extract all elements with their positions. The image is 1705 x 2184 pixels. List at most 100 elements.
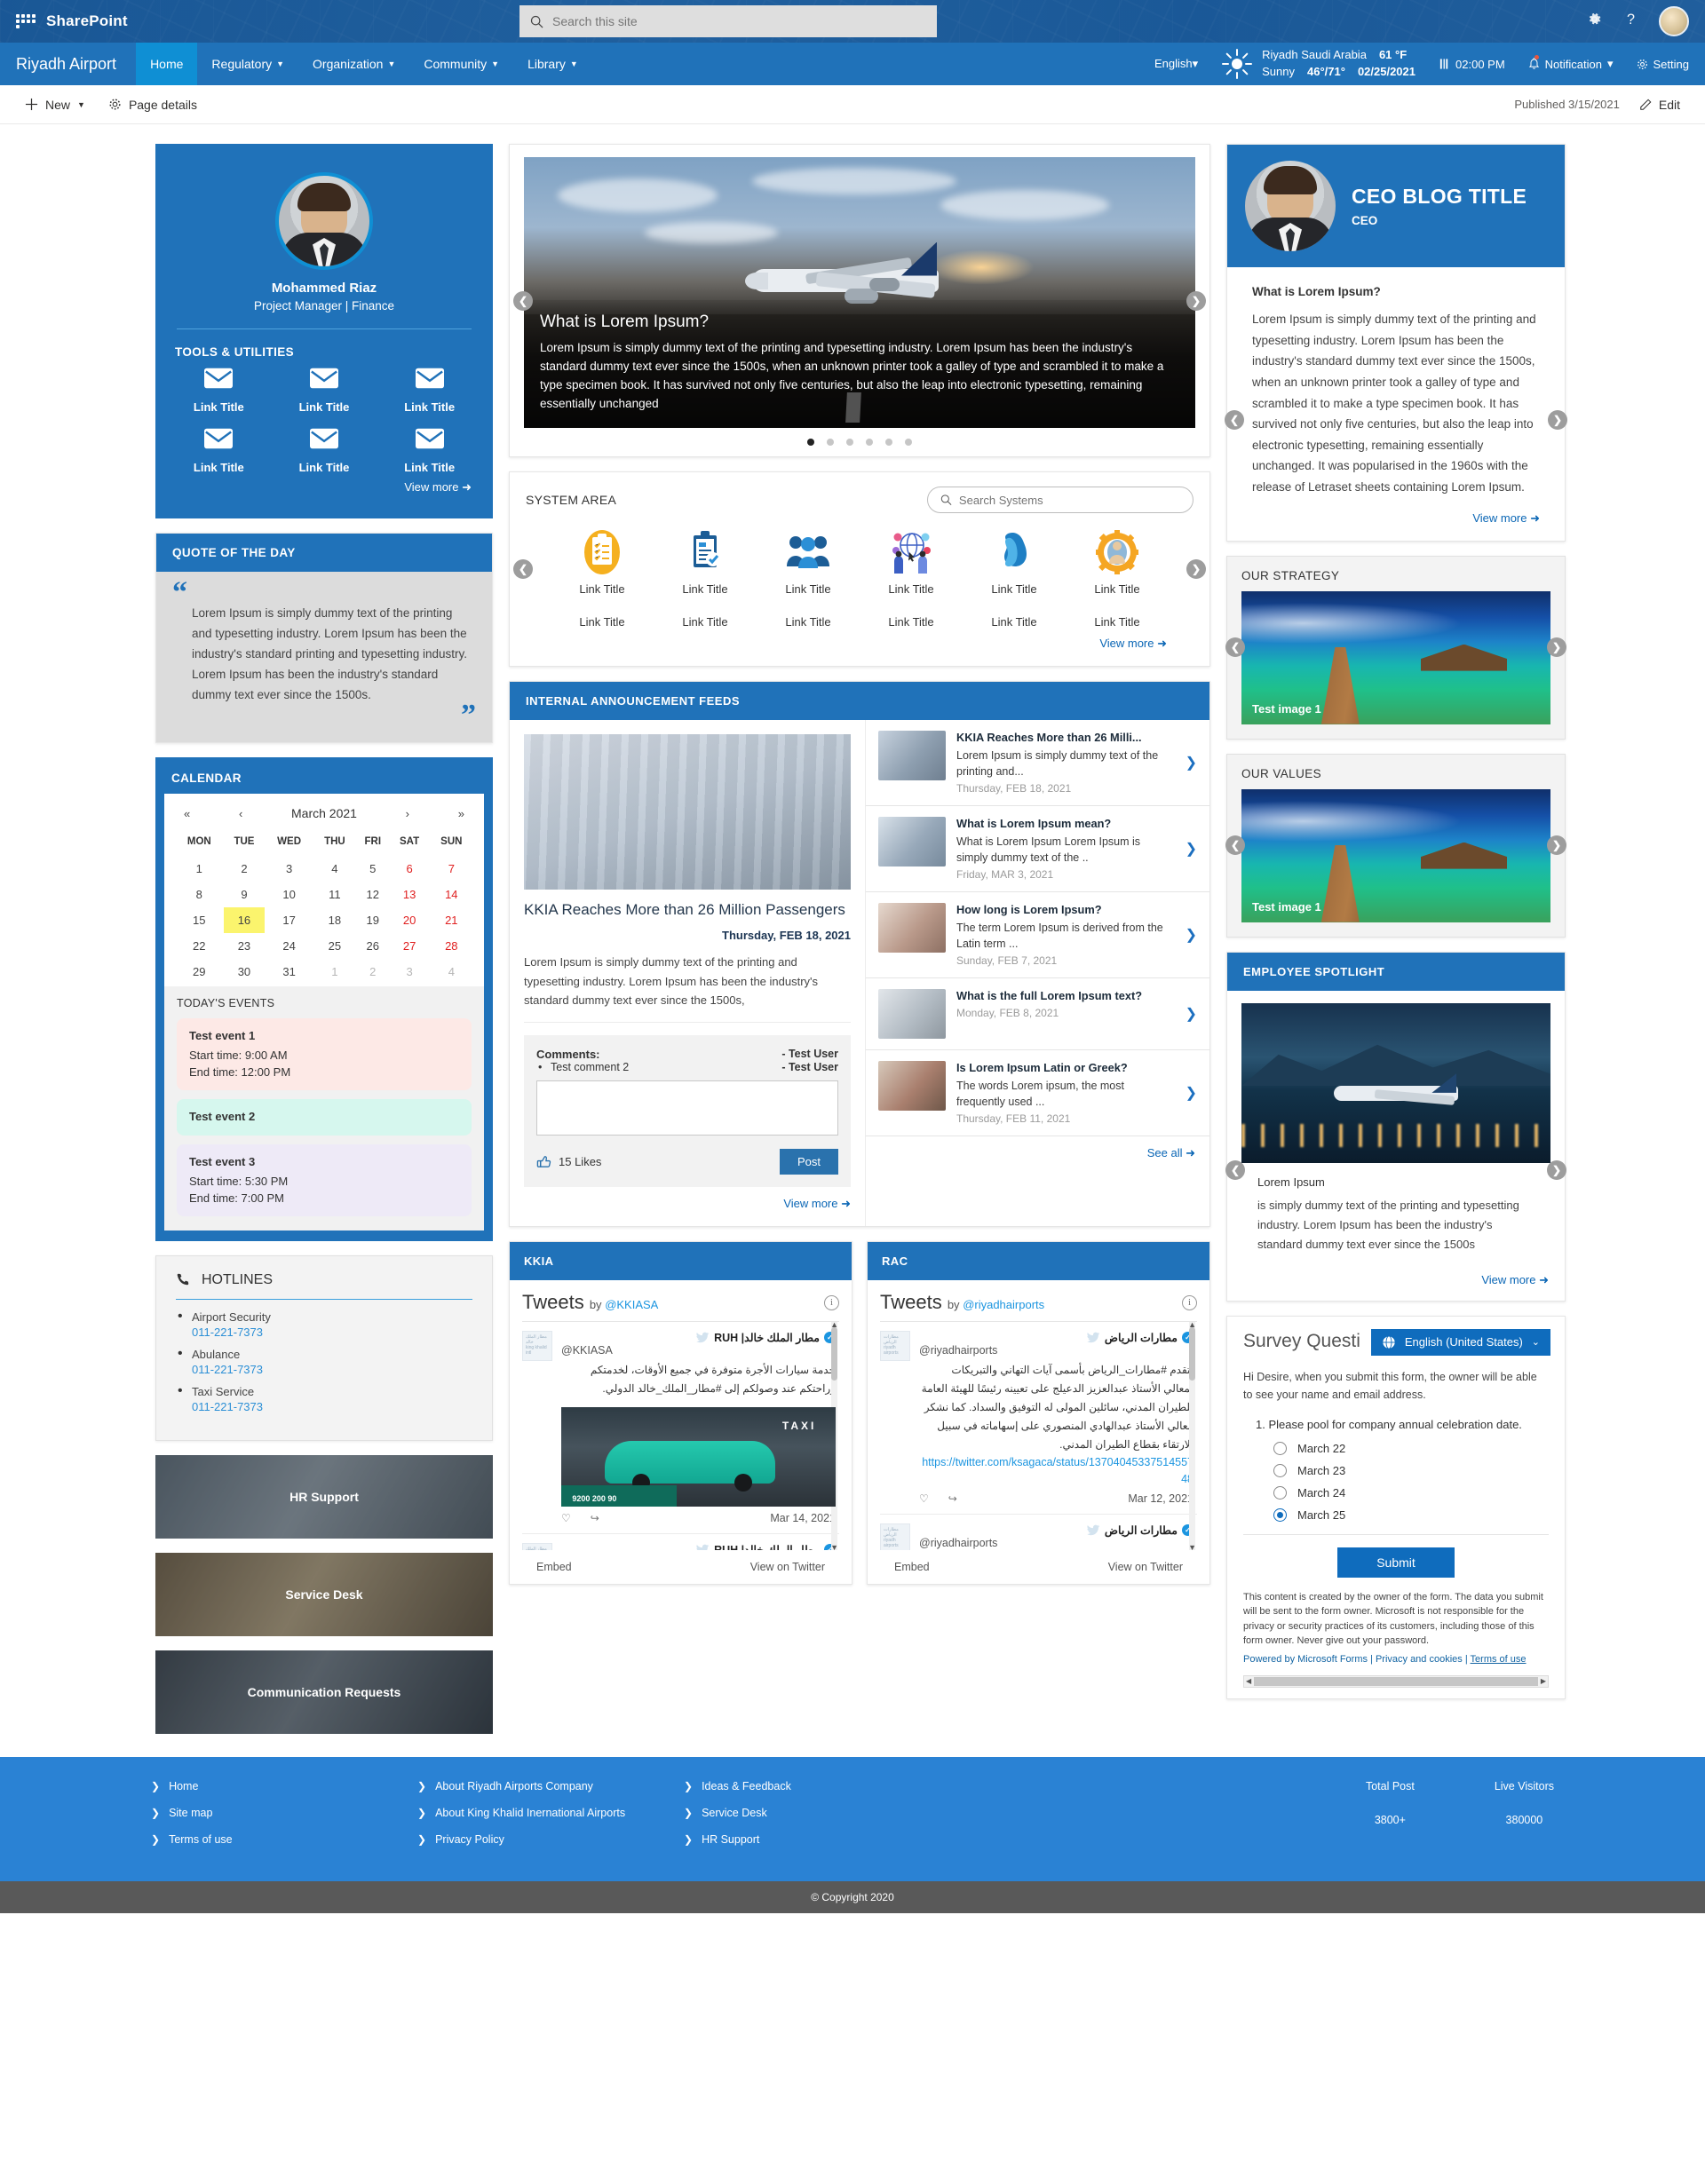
calendar-day[interactable]: 10 xyxy=(265,882,313,907)
calendar-first-button[interactable]: « xyxy=(184,807,190,820)
calendar-day[interactable]: 2 xyxy=(356,959,390,985)
hero-dot-6[interactable] xyxy=(905,439,912,446)
spotlight-prev-button[interactable]: ❮ xyxy=(1225,1160,1245,1181)
tweet-item[interactable]: مطار الملك خالدking khalid intl RUH |مطا… xyxy=(522,1322,839,1535)
calendar-day[interactable]: 18 xyxy=(313,907,356,933)
scrollbar-thumb[interactable] xyxy=(1254,1676,1538,1686)
scroll-right-icon[interactable]: ▶ xyxy=(1541,1677,1546,1685)
embed-link[interactable]: Embed xyxy=(536,1561,572,1573)
ceo-next-button[interactable]: ❯ xyxy=(1548,410,1567,431)
survey-option-march-25[interactable]: March 25 xyxy=(1273,1507,1549,1522)
calendar-day[interactable]: 3 xyxy=(265,856,313,882)
footer-link-home[interactable]: ❯ Home xyxy=(151,1780,417,1792)
footer-link-privacy-policy[interactable]: ❯ Privacy Policy xyxy=(417,1833,684,1846)
page-details-button[interactable]: Page details xyxy=(108,98,197,112)
calendar-day[interactable]: 7 xyxy=(430,856,473,882)
scroll-up-icon[interactable]: ▲ xyxy=(830,1322,838,1329)
calendar-day[interactable]: 11 xyxy=(313,882,356,907)
strategy-next-button[interactable]: ❯ xyxy=(1547,637,1566,658)
calendar-day[interactable]: 23 xyxy=(224,933,266,959)
tweet-item[interactable]: مطار الملك خالدking khalid intl RUH |مطا… xyxy=(522,1534,839,1551)
values-prev-button[interactable]: ❮ xyxy=(1225,835,1245,856)
like-button[interactable]: 15 Likes xyxy=(536,1154,601,1169)
survey-option-march-23[interactable]: March 23 xyxy=(1273,1463,1549,1477)
comment-input[interactable] xyxy=(536,1080,838,1136)
calendar-day[interactable]: 25 xyxy=(313,933,356,959)
tool-link-1[interactable]: Link Title xyxy=(166,368,272,414)
survey-powered-by[interactable]: Powered by Microsoft Forms | Privacy and… xyxy=(1243,1654,1471,1665)
announcements-view-more-link[interactable]: View more ➜ xyxy=(783,1197,851,1210)
site-title[interactable]: Riyadh Airport xyxy=(16,55,116,74)
hotline-phone[interactable]: 011-221-7373 xyxy=(192,1325,472,1339)
hero-dot-2[interactable] xyxy=(827,439,834,446)
calendar-day[interactable]: 30 xyxy=(224,959,266,985)
info-icon[interactable]: i xyxy=(1182,1294,1197,1310)
calendar-day[interactable]: 17 xyxy=(265,907,313,933)
hero-dot-1[interactable] xyxy=(807,439,814,446)
scroll-down-icon[interactable]: ▼ xyxy=(830,1543,838,1550)
hero-next-button[interactable]: ❯ xyxy=(1186,290,1206,311)
view-on-twitter-link[interactable]: View on Twitter xyxy=(1108,1561,1183,1573)
calendar-day[interactable]: 21 xyxy=(430,907,473,933)
like-icon[interactable]: ♡ xyxy=(561,1512,571,1524)
event-item[interactable]: Test event 2 xyxy=(177,1098,472,1136)
calendar-day[interactable]: 1 xyxy=(175,856,224,882)
calendar-day[interactable]: 19 xyxy=(356,907,390,933)
calendar-day[interactable]: 15 xyxy=(175,907,224,933)
calendar-day[interactable]: 13 xyxy=(390,882,430,907)
twitter-handle-link[interactable]: @KKIASA xyxy=(605,1298,658,1311)
ceo-prev-button[interactable]: ❮ xyxy=(1225,410,1244,431)
calendar-day[interactable]: 5 xyxy=(356,856,390,882)
user-avatar[interactable] xyxy=(1659,6,1689,36)
survey-language-selector[interactable]: English (United States) ⌄ xyxy=(1370,1328,1550,1356)
system-item-6[interactable]: Link Title Link Title xyxy=(1066,526,1169,629)
survey-option-march-22[interactable]: March 22 xyxy=(1273,1441,1549,1455)
scrollbar-thumb[interactable] xyxy=(831,1327,837,1381)
list-item[interactable]: What is the full Lorem Ipsum text? Monda… xyxy=(866,978,1209,1050)
twitter-handle-link[interactable]: @riyadhairports xyxy=(963,1298,1044,1311)
tool-link-6[interactable]: Link Title xyxy=(377,428,482,474)
footer-link-about-rac[interactable]: ❯ About Riyadh Airports Company xyxy=(417,1780,684,1792)
calendar-day[interactable]: 3 xyxy=(390,959,430,985)
featured-title[interactable]: KKIA Reaches More than 26 Million Passen… xyxy=(524,900,851,920)
language-switcher[interactable]: English▾ xyxy=(1154,57,1198,71)
calendar-day[interactable]: 4 xyxy=(430,959,473,985)
hero-dot-3[interactable] xyxy=(846,439,853,446)
calendar-day[interactable]: 24 xyxy=(265,933,313,959)
like-icon[interactable]: ♡ xyxy=(919,1492,929,1505)
app-launcher-icon[interactable] xyxy=(16,14,36,28)
hero-prev-button[interactable]: ❮ xyxy=(513,290,533,311)
hotline-phone[interactable]: 011-221-7373 xyxy=(192,1363,472,1376)
calendar-next-button[interactable]: › xyxy=(406,807,409,820)
tool-link-5[interactable]: Link Title xyxy=(272,428,377,474)
calendar-day[interactable]: 20 xyxy=(390,907,430,933)
list-item[interactable]: What is Lorem Ipsum mean? What is Lorem … xyxy=(866,806,1209,892)
rac-tweet-scroll[interactable]: ▲ ▼ مطارات الرياض riyadh airports مطارات … xyxy=(880,1321,1197,1551)
system-item-3[interactable]: Link Title Link Title xyxy=(757,526,860,629)
tool-link-4[interactable]: Link Title xyxy=(166,428,272,474)
system-next-button[interactable]: ❯ xyxy=(1186,559,1206,579)
values-next-button[interactable]: ❯ xyxy=(1547,835,1566,856)
spotlight-view-more-link[interactable]: View more ➜ xyxy=(1481,1273,1549,1286)
calendar-day[interactable]: 6 xyxy=(390,856,430,882)
calendar-day[interactable]: 31 xyxy=(265,959,313,985)
embed-link[interactable]: Embed xyxy=(894,1561,930,1573)
share-icon[interactable]: ↪ xyxy=(591,1512,599,1524)
view-on-twitter-link[interactable]: View on Twitter xyxy=(750,1561,825,1573)
banner-tile-service-desk[interactable]: Service Desk xyxy=(155,1552,493,1636)
edit-button[interactable]: Edit xyxy=(1639,98,1680,112)
calendar-day[interactable]: 29 xyxy=(175,959,224,985)
event-item[interactable]: Test event 1 Start time: 9:00 AM End tim… xyxy=(177,1018,472,1090)
post-comment-button[interactable]: Post xyxy=(779,1149,838,1175)
footer-link-service-desk[interactable]: ❯ Service Desk xyxy=(684,1807,915,1819)
ceo-view-more-link[interactable]: View more ➜ xyxy=(1472,511,1540,525)
footer-link-terms-of-use[interactable]: ❯ Terms of use xyxy=(151,1833,417,1846)
notification-menu[interactable]: Notification ▾ xyxy=(1528,54,1614,71)
kkia-tweet-scroll[interactable]: ▲ ▼ مطار الملك خالد king khalid intl RUH … xyxy=(522,1321,839,1551)
calendar-day[interactable]: 26 xyxy=(356,933,390,959)
calendar-day[interactable]: 8 xyxy=(175,882,224,907)
calendar-day[interactable]: 14 xyxy=(430,882,473,907)
tweet-link[interactable]: https://twitter.com/ksagaca/status/13704… xyxy=(919,1454,1194,1486)
gear-icon[interactable] xyxy=(1586,11,1603,32)
banner-tile-hr-support[interactable]: HR Support xyxy=(155,1454,493,1539)
